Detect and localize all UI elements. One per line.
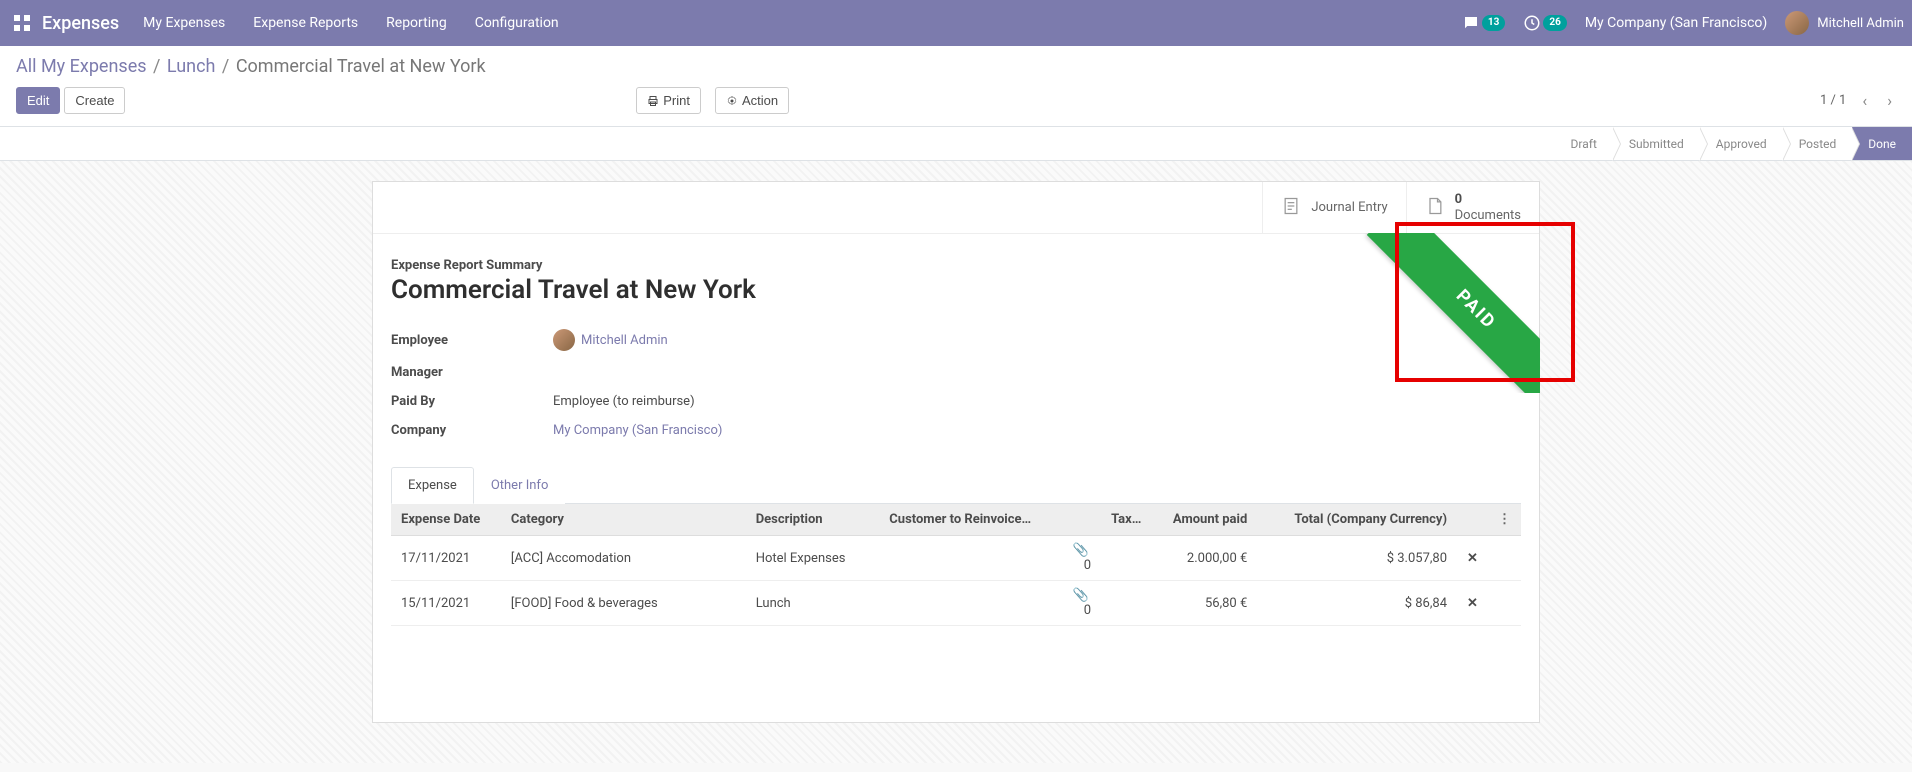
stat-buttons: Journal Entry 0 Documents	[373, 182, 1539, 234]
delete-row-icon: ✕	[1467, 551, 1478, 566]
tabs: Expense Other Info	[391, 466, 1521, 504]
print-icon	[647, 95, 659, 107]
avatar	[1785, 11, 1809, 35]
paid-ribbon-wrap: PAID	[1362, 233, 1540, 393]
breadcrumb: All My Expenses / Lunch / Commercial Tra…	[16, 56, 1896, 77]
table-row[interactable]: 15/11/2021[FOOD] Food & beveragesLunch📎 …	[391, 581, 1521, 626]
breadcrumb-link-0[interactable]: All My Expenses	[16, 56, 147, 77]
th-description[interactable]: Description	[746, 504, 880, 536]
messaging-button[interactable]: 13	[1462, 14, 1505, 32]
paperclip-icon: 📎	[1073, 588, 1089, 603]
th-customer[interactable]: Customer to Reinvoice…	[879, 504, 1055, 536]
status-bar: Draft Submitted Approved Posted Done	[0, 127, 1912, 161]
pager-prev[interactable]: ‹	[1858, 87, 1871, 114]
create-button[interactable]: Create	[64, 87, 125, 114]
breadcrumb-current: Commercial Travel at New York	[236, 56, 486, 77]
activity-badge: 26	[1543, 15, 1566, 31]
documents-count: 0	[1455, 192, 1521, 208]
documents-icon	[1425, 194, 1445, 222]
th-total[interactable]: Total (Company Currency)	[1257, 504, 1457, 536]
status-done[interactable]: Done	[1852, 127, 1912, 160]
th-date[interactable]: Expense Date	[391, 504, 501, 536]
avatar	[553, 329, 575, 351]
label-employee: Employee	[391, 333, 553, 348]
menu-reporting[interactable]: Reporting	[386, 15, 447, 31]
th-tax[interactable]: Tax…	[1101, 504, 1151, 536]
app-brand[interactable]: Expenses	[42, 13, 119, 34]
activities-button[interactable]: 26	[1523, 14, 1566, 32]
journal-entry-button[interactable]: Journal Entry	[1262, 182, 1405, 233]
th-kebab[interactable]: ⋮	[1488, 504, 1521, 536]
form-sheet: Journal Entry 0 Documents PAID Expense R…	[372, 181, 1540, 723]
pager-text: 1 / 1	[1820, 93, 1846, 108]
menu-expense-reports[interactable]: Expense Reports	[253, 15, 358, 31]
breadcrumb-link-1[interactable]: Lunch	[167, 56, 216, 77]
clock-icon	[1523, 14, 1541, 32]
apps-icon[interactable]	[8, 9, 36, 37]
status-approved[interactable]: Approved	[1700, 127, 1783, 160]
delete-row-icon: ✕	[1467, 596, 1478, 611]
label-company: Company	[391, 423, 553, 438]
status-posted[interactable]: Posted	[1783, 127, 1853, 160]
pager: 1 / 1 ‹ ›	[1820, 87, 1896, 114]
chat-badge: 13	[1482, 15, 1505, 31]
tab-expense[interactable]: Expense	[391, 467, 474, 504]
value-company[interactable]: My Company (San Francisco)	[553, 423, 722, 438]
control-bar: All My Expenses / Lunch / Commercial Tra…	[0, 46, 1912, 127]
expense-table: Expense Date Category Description Custom…	[391, 504, 1521, 626]
form-background: Journal Entry 0 Documents PAID Expense R…	[0, 161, 1912, 763]
status-draft[interactable]: Draft	[1555, 127, 1613, 160]
th-amount-paid[interactable]: Amount paid	[1151, 504, 1257, 536]
top-nav: Expenses My Expenses Expense Reports Rep…	[0, 0, 1912, 46]
documents-label: Documents	[1455, 208, 1521, 224]
status-submitted[interactable]: Submitted	[1613, 127, 1700, 160]
gear-icon	[726, 95, 738, 107]
edit-button[interactable]: Edit	[16, 87, 60, 114]
form-subtitle: Expense Report Summary	[391, 258, 1521, 273]
tab-other-info[interactable]: Other Info	[474, 467, 566, 504]
th-attach	[1055, 504, 1101, 536]
company-switcher[interactable]: My Company (San Francisco)	[1585, 15, 1767, 31]
kebab-icon: ⋮	[1498, 512, 1511, 527]
label-manager: Manager	[391, 365, 553, 380]
value-paid-by: Employee (to reimburse)	[553, 394, 695, 409]
menu-my-expenses[interactable]: My Expenses	[143, 15, 225, 31]
documents-button[interactable]: 0 Documents	[1406, 182, 1539, 233]
chat-icon	[1462, 14, 1480, 32]
user-name: Mitchell Admin	[1817, 16, 1904, 31]
menu-configuration[interactable]: Configuration	[475, 15, 559, 31]
label-paid-by: Paid By	[391, 394, 553, 409]
action-button[interactable]: Action	[715, 87, 789, 114]
main-menu: My Expenses Expense Reports Reporting Co…	[143, 15, 558, 31]
paid-ribbon: PAID	[1367, 233, 1540, 393]
th-category[interactable]: Category	[501, 504, 746, 536]
journal-icon	[1281, 194, 1301, 222]
user-menu[interactable]: Mitchell Admin	[1785, 11, 1904, 35]
print-button[interactable]: Print	[636, 87, 701, 114]
paperclip-icon: 📎	[1073, 543, 1089, 558]
value-employee[interactable]: Mitchell Admin	[553, 329, 668, 351]
pager-next[interactable]: ›	[1883, 87, 1896, 114]
table-row[interactable]: 17/11/2021[ACC] AccomodationHotel Expens…	[391, 536, 1521, 581]
form-title: Commercial Travel at New York	[391, 275, 1521, 305]
